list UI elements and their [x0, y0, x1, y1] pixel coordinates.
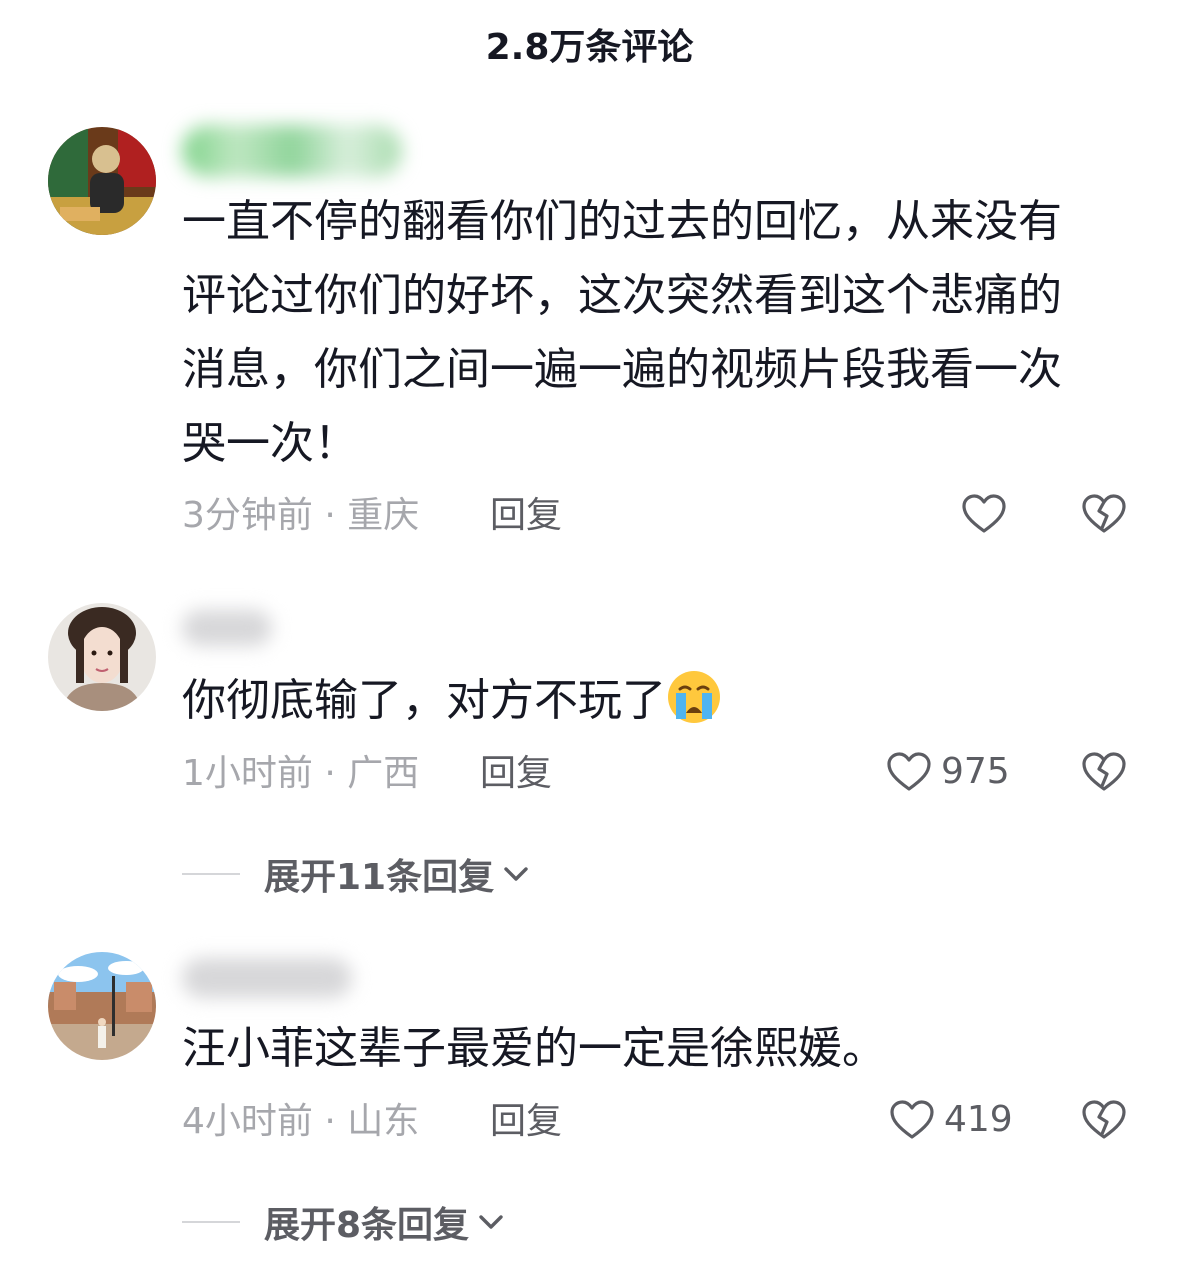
- broken-heart-icon: [1082, 752, 1126, 791]
- expand-replies-label: 展开8条回复: [264, 1205, 470, 1246]
- username-blurred[interactable]: [182, 125, 402, 177]
- heart-icon: [962, 494, 1006, 533]
- avatar[interactable]: [48, 603, 156, 711]
- like-button[interactable]: 419: [888, 1096, 1013, 1144]
- chevron-down-icon: [504, 867, 528, 881]
- expand-replies-button[interactable]: 展开8条回复: [182, 1198, 509, 1246]
- avatar[interactable]: [48, 952, 156, 1060]
- divider-line: [182, 873, 240, 875]
- expand-replies-label: 展开11条回复: [264, 857, 495, 898]
- like-count: 419: [944, 1099, 1013, 1140]
- username-blurred[interactable]: [182, 958, 352, 998]
- reply-button[interactable]: 回复: [490, 492, 562, 540]
- chevron-down-icon: [479, 1215, 503, 1229]
- divider-line: [182, 1221, 240, 1223]
- dislike-button[interactable]: [1080, 748, 1128, 796]
- dislike-button[interactable]: [1080, 1096, 1128, 1144]
- dislike-button[interactable]: [1080, 490, 1128, 538]
- comment-text: 一直不停的翻看你们的过去的回忆，从来没有评论过你们的好坏，这次突然看到这个悲痛的…: [182, 196, 1062, 469]
- broken-heart-icon: [1082, 494, 1126, 533]
- crying-face-icon: [666, 669, 722, 725]
- comment-text: 汪小菲这辈子最爱的一定是徐熙媛。: [182, 1023, 886, 1074]
- like-button[interactable]: 975: [885, 748, 1010, 796]
- comment-time-location: 3分钟前 · 重庆: [182, 495, 420, 536]
- broken-heart-icon: [1082, 1100, 1126, 1139]
- avatar[interactable]: [48, 127, 156, 235]
- expand-replies-button[interactable]: 展开11条回复: [182, 850, 534, 898]
- heart-icon: [890, 1100, 934, 1139]
- heart-icon: [887, 752, 931, 791]
- like-button[interactable]: [960, 490, 1016, 538]
- reply-button[interactable]: 回复: [480, 750, 552, 798]
- reply-button[interactable]: 回复: [490, 1098, 562, 1146]
- comment-text-body: 你彻底输了，对方不玩了: [182, 675, 666, 726]
- like-count: 975: [941, 751, 1010, 792]
- comment-time-location: 4小时前 · 山东: [182, 1101, 420, 1142]
- comment-text: 你彻底输了，对方不玩了: [182, 664, 1102, 738]
- comments-count-title: 2.8万条评论: [485, 27, 694, 68]
- username-blurred[interactable]: [182, 610, 272, 646]
- comment-time-location: 1小时前 · 广西: [182, 753, 420, 794]
